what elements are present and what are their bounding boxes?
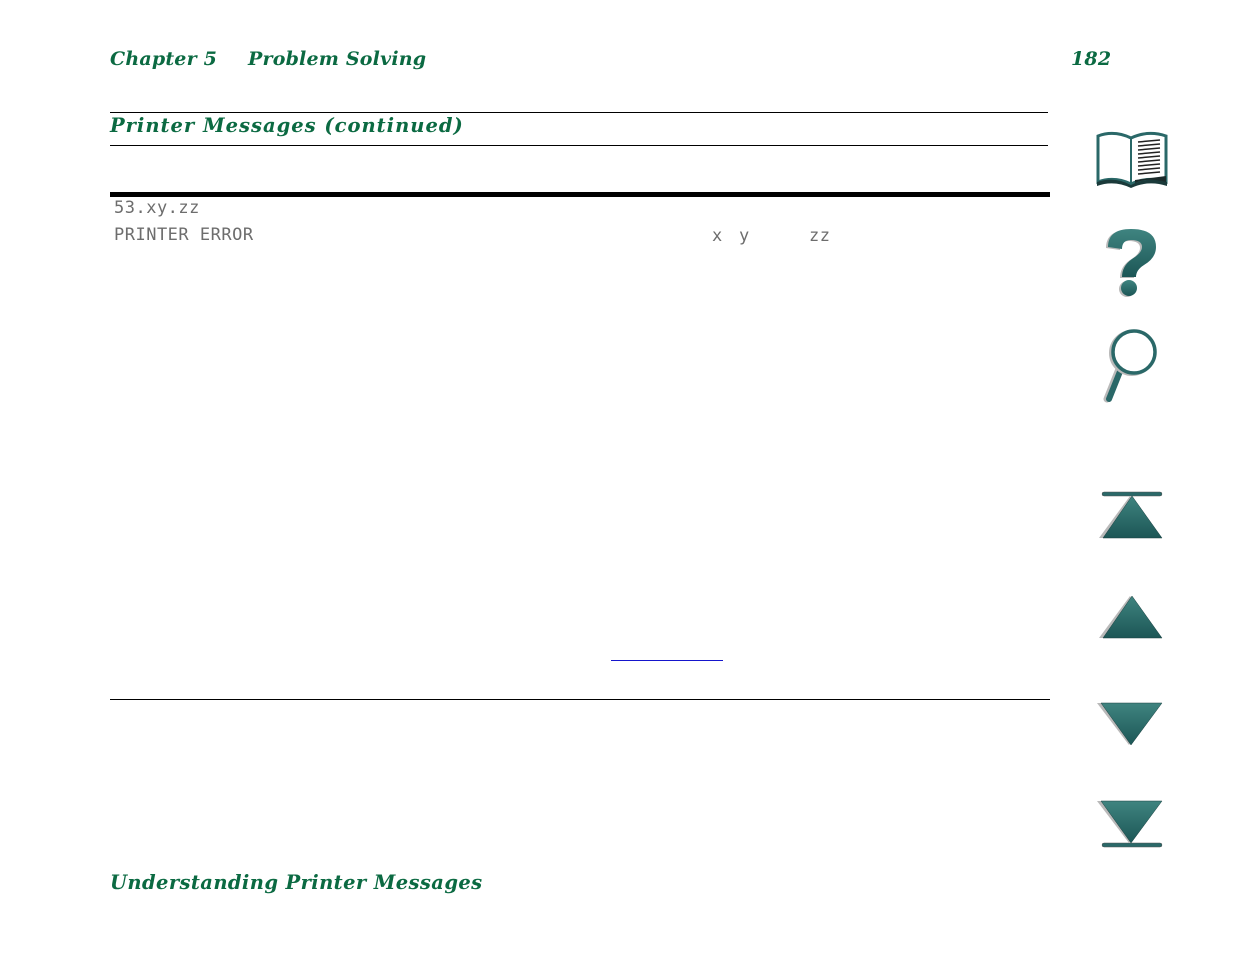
footer-title: Understanding Printer Messages bbox=[110, 871, 483, 894]
table-bottom-rule bbox=[110, 699, 1050, 700]
section-rule-bottom bbox=[110, 145, 1048, 146]
variable-x: x bbox=[712, 226, 723, 246]
next-page-icon[interactable] bbox=[1096, 700, 1166, 748]
chapter-title: Problem Solving bbox=[248, 48, 427, 70]
table-top-rule bbox=[110, 192, 1050, 197]
first-page-icon[interactable] bbox=[1098, 490, 1166, 542]
page-number: 182 bbox=[1071, 48, 1112, 70]
variable-zz: zz bbox=[809, 226, 831, 246]
chapter-number: Chapter 5 bbox=[110, 48, 218, 70]
message-code: 53.xy.zz bbox=[114, 198, 200, 218]
previous-page-icon[interactable] bbox=[1098, 594, 1166, 642]
section-rule-top bbox=[110, 112, 1048, 113]
message-text: PRINTER ERROR bbox=[114, 225, 254, 245]
book-icon[interactable] bbox=[1094, 128, 1170, 188]
variable-y: y bbox=[739, 226, 750, 246]
section-title: Printer Messages (continued) bbox=[110, 114, 464, 137]
magnifier-icon[interactable] bbox=[1100, 327, 1164, 405]
question-mark-icon[interactable] bbox=[1100, 225, 1162, 301]
cross-reference-link[interactable] bbox=[611, 660, 723, 661]
last-page-icon[interactable] bbox=[1096, 798, 1166, 852]
